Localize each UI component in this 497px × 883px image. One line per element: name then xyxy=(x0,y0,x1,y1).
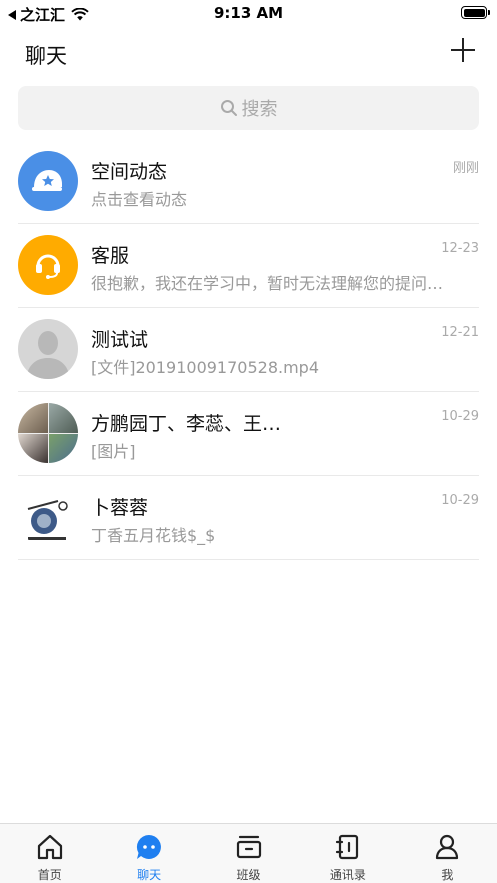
page-title: 聊天 xyxy=(25,44,67,68)
tab-label: 聊天 xyxy=(137,868,162,882)
header: 聊天 xyxy=(0,30,497,78)
chat-row-group[interactable]: 方鹏园丁、李蕊、王… [图片] 10-29 xyxy=(0,392,497,476)
search-icon xyxy=(220,100,237,116)
tab-label: 首页 xyxy=(37,868,62,882)
chat-preview: [图片] xyxy=(91,442,136,461)
chat-time: 12-23 xyxy=(441,241,479,256)
chat-preview: 丁香五月花钱$_$ xyxy=(91,526,216,545)
chat-time: 12-21 xyxy=(441,325,479,340)
chat-preview: 点击查看动态 xyxy=(91,190,188,209)
chat-row-test[interactable]: 测试试 [文件]20191009170528.mp4 12-21 xyxy=(0,308,497,392)
chat-time: 10-29 xyxy=(441,493,479,508)
chat-name: 卜蓉蓉 xyxy=(91,497,149,519)
tab-bar: 首页 聊天 班级 通讯录 我 xyxy=(0,823,497,883)
chat-time: 10-29 xyxy=(441,409,479,424)
chat-preview: [文件]20191009170528.mp4 xyxy=(91,358,320,377)
headset-icon xyxy=(18,235,78,295)
status-bar: 之江汇 9:13 AM xyxy=(0,0,497,26)
tab-contacts[interactable]: 通讯录 xyxy=(298,824,397,883)
tab-home[interactable]: 首页 xyxy=(0,824,99,883)
add-button[interactable] xyxy=(449,36,477,64)
space-icon xyxy=(18,151,78,211)
battery-icon xyxy=(461,6,490,19)
chat-name: 客服 xyxy=(91,245,130,267)
status-time: 9:13 AM xyxy=(213,4,284,22)
tab-label: 班级 xyxy=(236,868,261,882)
search-placeholder: 搜索 xyxy=(241,99,278,120)
chat-row-bu[interactable]: 卜蓉蓉 丁香五月花钱$_$ 10-29 xyxy=(0,476,497,560)
logo-avatar xyxy=(18,487,78,547)
tab-chat[interactable]: 聊天 xyxy=(99,824,198,883)
chat-row-space[interactable]: 空间动态 点击查看动态 刚刚 xyxy=(0,140,497,224)
search-input[interactable]: 搜索 xyxy=(18,86,479,130)
default-person-avatar xyxy=(18,319,78,379)
chat-icon xyxy=(137,834,162,859)
tab-me[interactable]: 我 xyxy=(398,824,497,883)
profile-icon xyxy=(436,834,459,860)
chat-row-service[interactable]: 客服 很抱歉，我还在学习中，暂时无法理解您的提问… 12-23 xyxy=(0,224,497,308)
chat-list: 空间动态 点击查看动态 刚刚 客服 很抱歉，我还在学习中，暂时无法理解您的提问…… xyxy=(0,140,497,560)
tab-class[interactable]: 班级 xyxy=(199,824,298,883)
group-avatar xyxy=(18,403,78,463)
chat-name: 测试试 xyxy=(91,329,149,351)
home-icon xyxy=(37,834,62,860)
chat-time: 刚刚 xyxy=(452,161,479,176)
chat-preview: 很抱歉，我还在学习中，暂时无法理解您的提问… xyxy=(91,274,444,293)
class-icon xyxy=(236,835,261,859)
chat-name: 方鹏园丁、李蕊、王… xyxy=(91,413,282,435)
contacts-icon xyxy=(335,834,359,860)
tab-label: 通讯录 xyxy=(329,868,366,882)
chat-name: 空间动态 xyxy=(91,161,168,183)
tab-label: 我 xyxy=(441,868,454,882)
